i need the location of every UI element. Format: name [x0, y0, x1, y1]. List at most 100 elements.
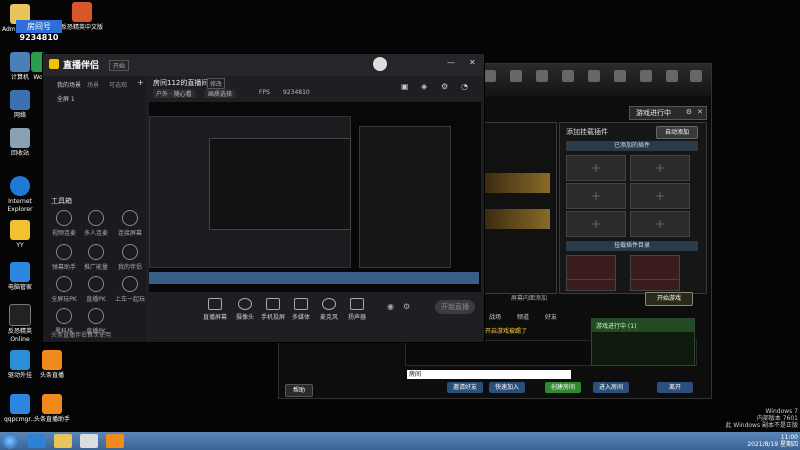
mic-icon — [322, 298, 336, 310]
scene-tab-3[interactable]: 可选观 — [109, 80, 127, 89]
promotion-icon — [88, 244, 104, 260]
desktop-icon-recycle[interactable]: 回收站 — [2, 128, 38, 158]
source-phone[interactable]: 手机投屏 — [259, 298, 287, 321]
leave-button[interactable]: 离开 — [657, 382, 693, 393]
room-edit-tag[interactable]: 修改 — [207, 78, 226, 89]
desktop-icon-qqpcmgr[interactable]: qqpcmgr... — [2, 394, 38, 424]
plugin-item-2[interactable] — [630, 255, 680, 281]
chat-channel-select[interactable]: 房间 — [407, 370, 455, 379]
source-mic[interactable]: 麦克风 — [315, 298, 343, 321]
scene-tab-2[interactable]: 场景 — [87, 80, 99, 89]
game-tab-9[interactable] — [685, 68, 707, 92]
plugin-slot-4[interactable]: + — [630, 183, 690, 209]
sign-in-badge[interactable]: 开始 — [109, 60, 130, 71]
tool-pk[interactable]: 直播PK — [81, 276, 111, 303]
source-screen[interactable]: 直播屏幕 — [201, 298, 229, 321]
record-icon[interactable]: ◉ — [387, 302, 394, 311]
category-select[interactable]: 户外 · 随心看 — [153, 89, 195, 98]
game-tab-8[interactable] — [661, 68, 683, 92]
start-game-button[interactable]: 开始游戏 — [645, 292, 693, 306]
car-icon — [122, 276, 138, 292]
tool-video-link[interactable]: 视频连麦 — [49, 210, 79, 237]
game-tab-4[interactable] — [557, 68, 579, 92]
taskbar-ie-icon[interactable] — [28, 434, 46, 448]
settings-icon[interactable]: ⚙ — [686, 108, 692, 116]
driver-icon — [10, 350, 30, 370]
pk-icon — [88, 276, 104, 292]
scene-tabs: 我的场景 场景 可选观 + — [57, 78, 144, 90]
tool-connect-screen[interactable]: 连接屏幕 — [115, 210, 145, 237]
scene-item[interactable]: 全屏 1 — [57, 94, 75, 103]
desktop-icon-yy[interactable]: YY — [2, 220, 38, 250]
desktop-icon-driver[interactable]: 驱动外挂 — [2, 350, 38, 380]
tool-pk-full[interactable]: 全屏玩PK — [49, 276, 79, 303]
game-tab-2[interactable] — [505, 68, 527, 92]
plugin-slot-5[interactable]: + — [566, 211, 626, 237]
desktop-icon-pcmgr[interactable]: 电脑管家 — [2, 262, 38, 292]
desktop-icon-toutiao[interactable]: 头条直播 — [34, 350, 70, 380]
chat-input[interactable] — [455, 370, 571, 379]
add-scene-icon[interactable]: + — [137, 78, 144, 87]
bell-icon[interactable]: ◔ — [461, 82, 468, 91]
plugin-list-header: 挂载插件目录 — [566, 241, 698, 251]
room-badge: 房间号 — [16, 20, 62, 33]
desktop-icon-toutiao-helper[interactable]: 头条直播助手 — [34, 394, 70, 424]
plugin-slot-6[interactable]: + — [630, 211, 690, 237]
avatar[interactable] — [373, 57, 387, 71]
taskbar-toutiao-icon[interactable] — [106, 434, 124, 448]
game-tab-5[interactable] — [583, 68, 605, 92]
help-button[interactable]: 帮助 — [285, 384, 313, 397]
minimize-icon[interactable]: — — [447, 58, 455, 67]
room-id: 9234810 — [283, 89, 310, 96]
quick-join-button[interactable]: 快速加入 — [489, 382, 525, 393]
settings-icon[interactable]: ⚙ — [403, 302, 410, 311]
tool-ride-together[interactable]: 上车一起玩 — [115, 276, 145, 303]
invite-friend-button[interactable]: 邀请好友 — [447, 382, 483, 393]
stream-logo-icon — [49, 59, 59, 69]
tool-danmu[interactable]: 弹幕助手 — [49, 244, 79, 271]
scene-tab-1[interactable]: 我的场景 — [57, 80, 81, 89]
clock-time[interactable]: 11:00 — [680, 434, 798, 441]
start-button[interactable] — [2, 433, 18, 449]
gift-icon[interactable]: ▣ — [401, 82, 409, 91]
speaker-icon — [350, 298, 364, 310]
close-icon[interactable]: ✕ — [697, 108, 703, 116]
source-camera[interactable]: 摄像头 — [231, 298, 259, 321]
recycle-bin-icon — [10, 128, 30, 148]
game-tab-7[interactable] — [635, 68, 657, 92]
plugin-item-3[interactable] — [566, 279, 616, 291]
stream-title-bar: 直播伴侣 开始 — ✕ — [43, 54, 484, 76]
enter-room-button[interactable]: 进入房间 — [593, 382, 629, 393]
quality-select[interactable]: 画质选择 — [205, 89, 236, 98]
desktop-icon-ie[interactable]: Internet Explorer — [2, 176, 38, 214]
game-tab-3[interactable] — [531, 68, 553, 92]
close-icon[interactable]: ✕ — [469, 58, 476, 67]
tool-my-partner[interactable]: 我的伴侣 — [115, 244, 145, 271]
plugin-item-4[interactable] — [630, 279, 680, 291]
plugin-slot-2[interactable]: + — [630, 155, 690, 181]
source-speaker[interactable]: 扬声器 — [343, 298, 371, 321]
tool-multi-link[interactable]: 多人连麦 — [81, 210, 111, 237]
start-live-button[interactable]: 开始直播 — [435, 300, 475, 314]
tool-promotion[interactable]: 推广能量 — [81, 244, 111, 271]
auto-add-button[interactable]: 自动添加 — [656, 126, 698, 139]
game-tab-6[interactable] — [609, 68, 631, 92]
desktop-icon-cs[interactable]: 反恐精英中文版 — [60, 2, 104, 32]
plugin-slot-3[interactable]: + — [566, 183, 626, 209]
plugin-item-1[interactable] — [566, 255, 616, 281]
screen-icon — [122, 210, 138, 226]
chat-tab-2[interactable]: 频道 — [517, 312, 529, 321]
settings-icon[interactable]: ⚙ — [441, 82, 448, 91]
clock-date[interactable]: 2021/8/19 星期四 — [680, 441, 798, 448]
chat-tab-3[interactable]: 好友 — [545, 312, 557, 321]
chat-tab-1[interactable]: 战场 — [489, 312, 501, 321]
plugin-slot-1[interactable]: + — [566, 155, 626, 181]
desktop-icon-cso[interactable]: 反恐精英 Online — [2, 304, 38, 344]
ie-icon — [10, 176, 30, 196]
taskbar-folder-icon[interactable] — [54, 434, 72, 448]
taskbar-cs-icon[interactable] — [80, 434, 98, 448]
desktop-icon-network[interactable]: 网络 — [2, 90, 38, 120]
source-media[interactable]: 多媒体 — [287, 298, 315, 321]
lock-icon[interactable]: ◈ — [421, 82, 427, 91]
create-room-button[interactable]: 创建房间 — [545, 382, 581, 393]
